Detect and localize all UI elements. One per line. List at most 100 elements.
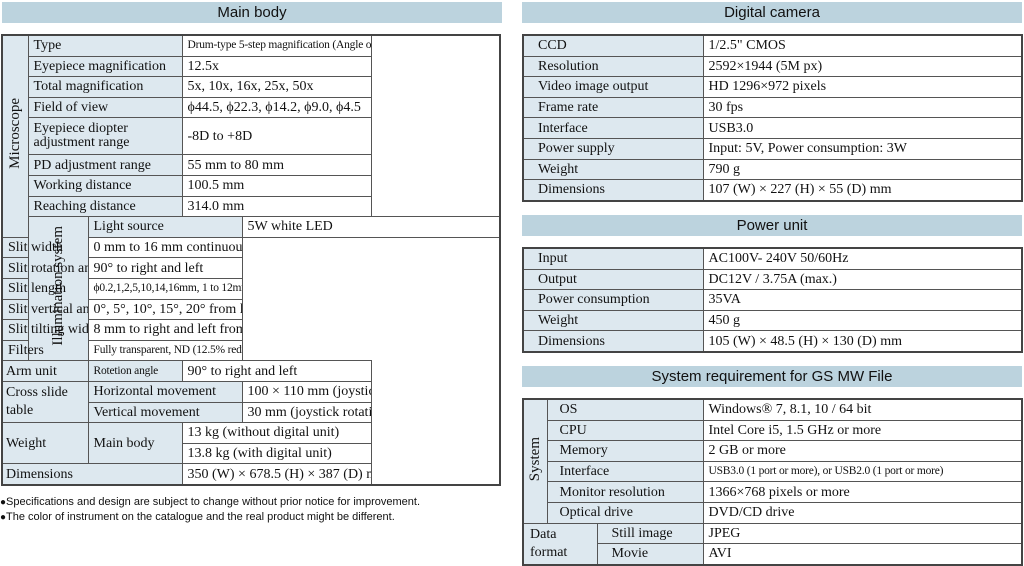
- microscope-group-label: Microscope: [1, 34, 29, 238]
- digital-camera-title: Digital camera: [522, 2, 1022, 23]
- spec-label: Reaching distance: [27, 195, 183, 218]
- spec-value: 450 g: [702, 309, 1023, 332]
- spec-label: Arm unit: [1, 360, 89, 382]
- system-requirement-title: System requirement for GS MW File: [522, 366, 1022, 387]
- main-body-table: Microscope Type Drum-type 5-step magnifi…: [1, 34, 501, 486]
- spec-value: 350 (W) × 678.5 (H) × 387 (D) mm: [181, 463, 372, 486]
- table-row: Total magnification 5x, 10x, 16x, 25x, 5…: [2, 76, 500, 98]
- spec-value: JPEG: [702, 522, 1023, 545]
- table-row: Slit tilting width 8 mm to right and lef…: [1, 319, 500, 341]
- spec-value: 13 kg (without digital unit): [181, 422, 372, 444]
- spec-value: USB3.0 (1 port or more), or USB2.0 (1 po…: [702, 460, 1023, 483]
- table-row: Field of view ϕ44.5, ϕ22.3, ϕ14.2, ϕ9.0,…: [2, 96, 500, 119]
- spec-value: Fully transparent, ND (12.5% reduction),…: [87, 339, 243, 362]
- table-row: Dimensions 350 (W) × 678.5 (H) × 387 (D)…: [1, 463, 500, 486]
- table-row: Microscope Type Drum-type 5-step magnifi…: [1, 34, 500, 238]
- spec-value: 12.5x: [181, 55, 372, 78]
- spec-value: 1366×768 pixels or more: [702, 481, 1023, 503]
- table-row: Arm unit Rotetion angle 90° to right and…: [1, 360, 500, 382]
- table-row: Slit length ϕ0.2,1,2,5,10,14,16mm, 1 to …: [1, 277, 500, 300]
- spec-value: USB3.0: [702, 117, 1023, 139]
- spec-value: 5W white LED: [241, 216, 501, 238]
- table-row: Interface USB3.0: [522, 117, 1023, 139]
- table-row: System OS Windows® 7, 8.1, 10 / 64 bit: [522, 398, 1023, 524]
- table-row: Input AC100V- 240V 50/60Hz: [522, 247, 1023, 270]
- spec-label: Memory: [546, 440, 704, 462]
- spec-value: 0°, 5°, 10°, 15°, 20° from lower angle: [87, 298, 243, 321]
- table-row: Power consumption 35VA: [522, 289, 1023, 311]
- spec-label: Power supply: [522, 137, 704, 160]
- spec-value: 55 mm to 80 mm: [181, 154, 372, 176]
- spec-sublabel: Rotetion angle: [87, 360, 183, 382]
- spec-label: CPU: [546, 419, 704, 442]
- spec-label: Interface: [522, 117, 704, 139]
- spec-label: Type: [27, 34, 183, 57]
- power-unit-title: Power unit: [522, 215, 1022, 236]
- spec-label: Cross slide table: [1, 380, 89, 424]
- digital-camera-table: CCD 1/2.5" CMOS Resolution 2592×1944 (5M p…: [522, 34, 1023, 202]
- table-row: Frame rate 30 fps: [522, 96, 1023, 119]
- spec-label: Working distance: [27, 174, 183, 197]
- spec-value: 2592×1944 (5M px): [702, 55, 1023, 78]
- spec-value: 90° to right and left: [87, 257, 243, 279]
- table-row: Resolution 2592×1944 (5M px): [522, 55, 1023, 78]
- spec-value: 314.0 mm: [181, 195, 372, 218]
- spec-value: Intel Core i5, 1.5 GHz or more: [702, 419, 1023, 442]
- power-unit-table: Input AC100V- 240V 50/60Hz Output DC12V / …: [522, 247, 1023, 353]
- table-row: CPU Intel Core i5, 1.5 GHz or more: [523, 419, 1023, 442]
- spec-sublabel: Vertical movement: [87, 401, 243, 424]
- table-row: Eyepiece magnification 12.5x: [2, 55, 500, 78]
- spec-label: CCD: [522, 34, 704, 57]
- table-row: Power supply Input: 5V, Power consumption…: [522, 137, 1023, 160]
- table-row: Video image output HD 1296×972 pixels: [522, 76, 1023, 98]
- spec-label: OS: [546, 398, 704, 421]
- spec-value: AC100V- 240V 50/60Hz: [702, 247, 1023, 270]
- spec-sublabel: Main body: [87, 422, 183, 465]
- spec-label: Output: [522, 268, 704, 291]
- spec-sublabel: Movie: [596, 543, 704, 566]
- spec-label: PD adjustment range: [27, 154, 183, 176]
- spec-value: 105 (W) × 48.5 (H) × 130 (D) mm: [702, 330, 1023, 353]
- spec-label: Dimensions: [1, 463, 183, 486]
- spec-label: Optical drive: [546, 501, 704, 524]
- table-row: Illumination system Light source 5W whit…: [2, 216, 501, 362]
- spec-label: Eyepiece magnification: [27, 55, 183, 78]
- system-requirement-table: System OS Windows® 7, 8.1, 10 / 64 bit C…: [522, 398, 1023, 566]
- spec-label: Video image output: [522, 76, 704, 98]
- spec-value: 30 fps: [702, 96, 1023, 119]
- table-row: Eyepiece diopter adjustment range -8D to…: [2, 117, 500, 156]
- spec-value: 100 × 110 mm (joystick operation): [241, 380, 372, 403]
- table-row: Output DC12V / 3.75A (max.): [522, 268, 1023, 291]
- spec-value: Windows® 7, 8.1, 10 / 64 bit: [702, 398, 1023, 421]
- table-row: PD adjustment range 55 mm to 80 mm: [2, 154, 500, 176]
- table-row: Slit vertical angle 0°, 5°, 10°, 15°, 20…: [1, 298, 500, 321]
- table-row: Weight Main body 13 kg (without digital …: [1, 422, 500, 465]
- spec-sublabel: Still image: [596, 522, 704, 545]
- spec-value: DVD/CD drive: [702, 501, 1023, 524]
- spec-value: 0 mm to 16 mm continuously variable: [87, 236, 243, 259]
- spec-label: Field of view: [27, 96, 183, 119]
- table-row: Cross slide table Horizontal movement 10…: [1, 380, 500, 424]
- table-row: Dimensions 107 (W) × 227 (H) × 55 (D) mm: [522, 179, 1023, 202]
- system-group-label: System: [522, 398, 548, 524]
- spec-label: Monitor resolution: [546, 481, 704, 503]
- table-row: Reaching distance 314.0 mm: [2, 195, 500, 218]
- spec-label: Slit width: [1, 236, 89, 259]
- table-row: Slit rotation angle 90° to right and lef…: [1, 257, 500, 279]
- table-row: Slit width 0 mm to 16 mm continuously va…: [1, 236, 500, 259]
- spec-label: Slit rotation angle: [1, 257, 89, 279]
- table-row: Monitor resolution 1366×768 pixels or mo…: [523, 481, 1023, 503]
- spec-value: Drum-type 5-step magnification (Angle of…: [181, 34, 372, 57]
- spec-value: 35VA: [702, 289, 1023, 311]
- table-row: Dimensions 105 (W) × 48.5 (H) × 130 (D) m…: [522, 330, 1023, 353]
- spec-value: 5x, 10x, 16x, 25x, 50x: [181, 76, 372, 98]
- table-row: Interface USB3.0 (1 port or more), or US…: [523, 460, 1023, 483]
- spec-label: Weight: [522, 309, 704, 332]
- spec-value: DC12V / 3.75A (max.): [702, 268, 1023, 291]
- table-row: Working distance 100.5 mm: [2, 174, 500, 197]
- table-row: Weight 450 g: [522, 309, 1023, 332]
- spec-label: Input: [522, 247, 704, 270]
- spec-value: 2 GB or more: [702, 440, 1023, 462]
- table-row: Filters Fully transparent, ND (12.5% red…: [1, 339, 500, 362]
- spec-value: 1/2.5" CMOS: [702, 34, 1023, 57]
